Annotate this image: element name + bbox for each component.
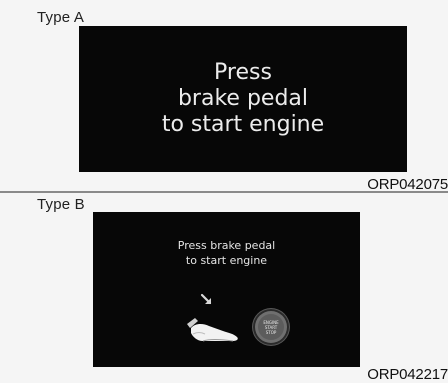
type-a-image-code: ORP042075	[367, 176, 448, 193]
type-b-message: Press brake pedal to start engine	[177, 239, 276, 267]
type-b-panel: Type B Press brake pedal to start engine…	[0, 193, 448, 383]
brake-pedal-foot-icon	[187, 318, 238, 342]
type-b-label: Type B	[37, 196, 85, 213]
arrow-down-icon	[200, 293, 212, 305]
type-a-panel: Type A Press brake pedal to start engine…	[0, 0, 448, 193]
type-a-display-screen: Press brake pedal to start engine	[79, 26, 407, 172]
type-a-message: Press brake pedal to start engine	[161, 60, 325, 137]
type-b-display-screen: Press brake pedal to start engine ENGINE…	[93, 212, 360, 367]
engine-start-stop-button-icon: ENGINE START STOP	[253, 309, 289, 345]
type-b-image-code: ORP042217	[367, 366, 448, 383]
type-a-label: Type A	[37, 9, 85, 26]
start-button-text: ENGINE START STOP	[258, 314, 284, 340]
